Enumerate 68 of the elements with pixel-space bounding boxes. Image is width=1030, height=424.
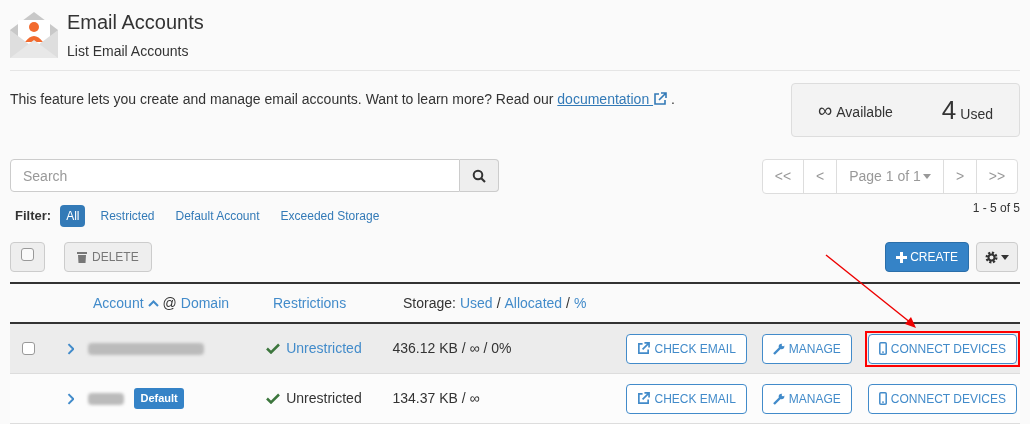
external-link-icon xyxy=(637,392,651,405)
page-title: Email Accounts xyxy=(67,10,204,34)
documentation-link[interactable]: documentation xyxy=(557,91,668,107)
wrench-icon xyxy=(772,392,785,405)
results-range: 1 - 5 of 5 xyxy=(972,200,1020,217)
check-email-button[interactable]: CHECK EMAIL xyxy=(626,333,747,364)
row-checkbox[interactable] xyxy=(22,342,35,355)
external-link-icon xyxy=(653,92,668,106)
available-count: ∞ xyxy=(818,98,833,123)
available-label: Available xyxy=(836,103,893,122)
plus-icon xyxy=(896,251,908,263)
settings-button[interactable] xyxy=(976,242,1018,272)
phone-icon xyxy=(878,342,887,355)
search-button[interactable] xyxy=(460,159,499,192)
next-page-button[interactable]: > xyxy=(944,160,977,193)
previous-page-button[interactable]: < xyxy=(804,160,837,193)
connect-devices-button[interactable]: CONNECT DEVICES xyxy=(867,383,1017,414)
trash-icon xyxy=(77,251,87,263)
select-all-button[interactable] xyxy=(10,242,45,272)
at-sign: @ xyxy=(162,293,177,313)
external-link-icon xyxy=(637,342,651,355)
restriction-status[interactable]: Unrestricted xyxy=(286,338,362,359)
page-subtitle: List Email Accounts xyxy=(67,42,190,61)
first-page-button[interactable]: << xyxy=(763,160,804,193)
default-badge: Default xyxy=(134,388,184,409)
filter-option[interactable]: Default Account xyxy=(169,205,266,227)
check-icon xyxy=(266,343,281,354)
intro-text: This feature lets you create and manage email accounts. Want to learn more? Read our documentation . xyxy=(10,90,675,109)
expand-chevron-icon[interactable] xyxy=(66,392,75,405)
connect-devices-button[interactable]: CONNECT DEVICES xyxy=(867,333,1017,364)
separator-text: / xyxy=(566,293,570,313)
account-column-header[interactable]: Account xyxy=(93,292,144,314)
domain-column-header[interactable]: Domain xyxy=(180,292,230,314)
restrictions-column-header[interactable]: Restrictions xyxy=(273,294,347,311)
manage-button[interactable]: MANAGE xyxy=(761,333,852,364)
delete-button[interactable]: DELETE xyxy=(64,242,152,272)
settings-icon xyxy=(985,250,998,264)
manage-button[interactable]: MANAGE xyxy=(761,383,852,414)
storage-column-header: Storage: xyxy=(403,293,456,313)
sort-ascending-icon xyxy=(147,299,159,307)
check-email-button[interactable]: CHECK EMAIL xyxy=(626,383,747,414)
filter-option[interactable]: All xyxy=(60,205,86,227)
filter-label: Filter: xyxy=(15,207,52,226)
expand-chevron-icon[interactable] xyxy=(66,342,75,355)
filter-option[interactable]: Exceeded Storage xyxy=(274,205,386,227)
filter-option[interactable]: Restricted xyxy=(94,205,161,227)
search-icon xyxy=(472,168,486,183)
separator-text: / xyxy=(496,293,501,313)
page-dropdown[interactable]: Page 1 of 1 xyxy=(837,160,944,193)
email-accounts-icon xyxy=(10,10,58,58)
last-page-button[interactable]: >> xyxy=(977,160,1017,193)
used-label: Used xyxy=(960,104,993,124)
percent-sort-link[interactable]: % xyxy=(574,292,587,314)
create-button[interactable]: CREATE xyxy=(885,242,969,272)
allocated-sort-link[interactable]: Allocated xyxy=(504,292,563,314)
wrench-icon xyxy=(772,342,785,355)
used-sort-link[interactable]: Used xyxy=(459,292,493,314)
select-all-checkbox[interactable] xyxy=(21,248,34,261)
redacted-account-name xyxy=(88,392,125,405)
storage-usage: 134.37 KB / ∞ xyxy=(392,389,481,408)
check-icon xyxy=(266,393,281,404)
caret-icon xyxy=(1001,254,1009,260)
restriction-status: Unrestricted xyxy=(286,389,362,408)
used-count: 4 xyxy=(941,93,957,127)
phone-icon xyxy=(878,392,887,405)
caret-icon xyxy=(922,174,931,179)
search-field[interactable]: Search xyxy=(10,159,460,192)
storage-usage: 436.12 KB / ∞ / 0% xyxy=(392,339,513,358)
